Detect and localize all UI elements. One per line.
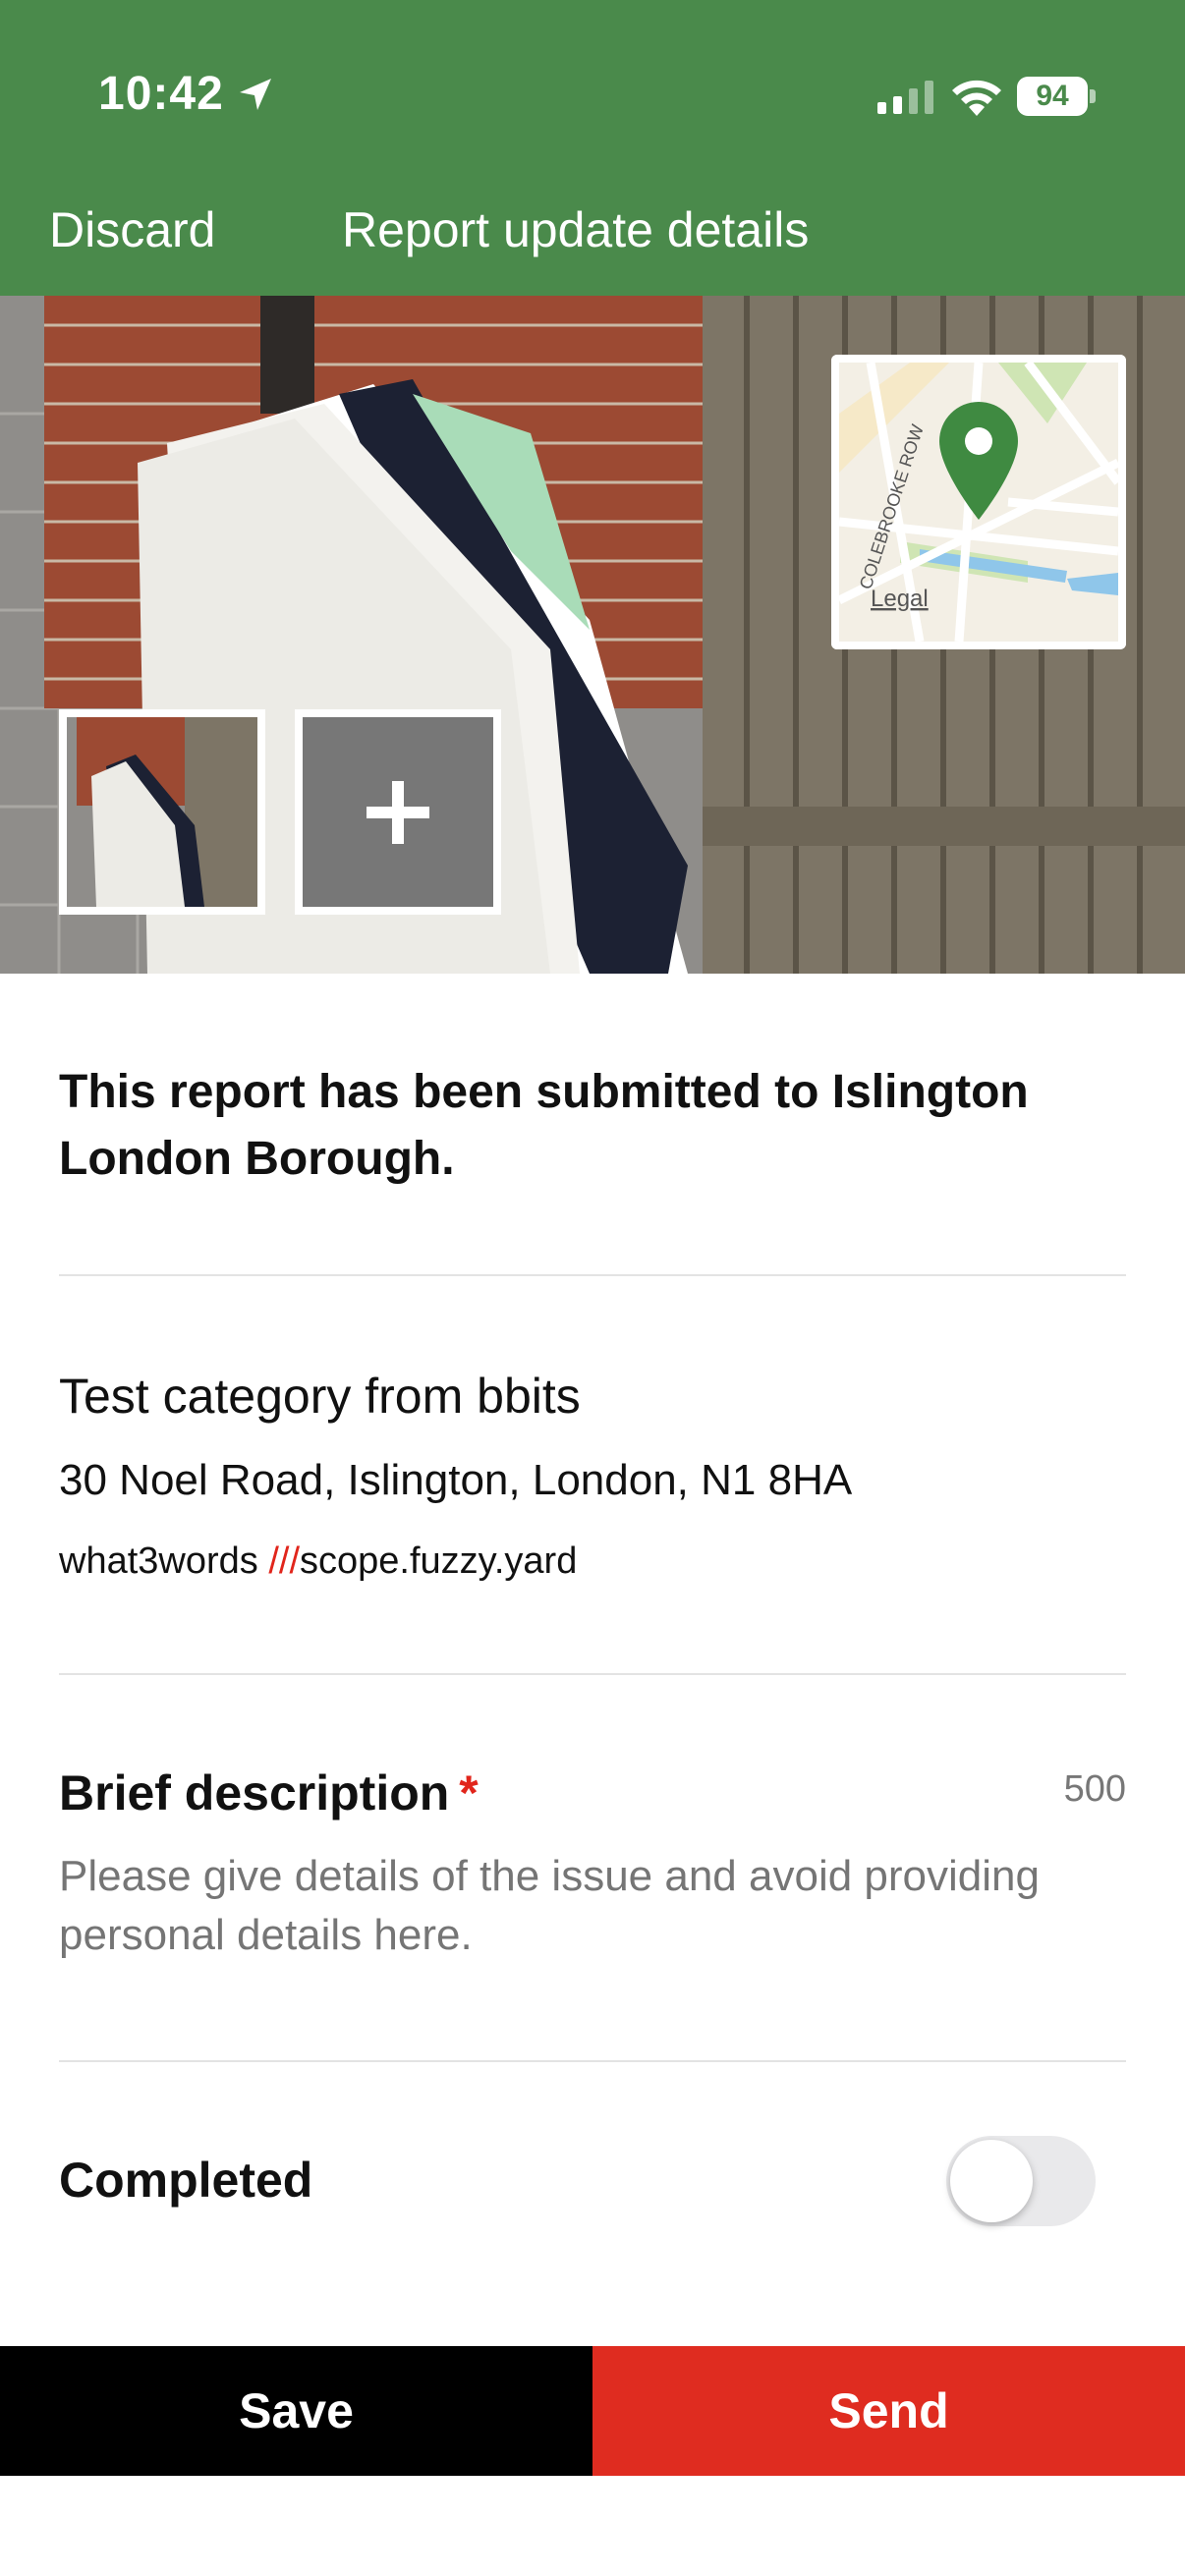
- report-address: 30 Noel Road, Islington, London, N1 8HA: [59, 1456, 853, 1504]
- report-category: Test category from bbits: [59, 1369, 581, 1424]
- description-label: Brief description *: [59, 1764, 479, 1821]
- map-legal-link[interactable]: Legal: [871, 586, 929, 612]
- completed-label: Completed: [59, 2153, 313, 2208]
- divider: [59, 1673, 1126, 1675]
- w3w-slashes: ///: [268, 1540, 301, 1582]
- add-photo-button[interactable]: [295, 709, 501, 915]
- battery-level: 94: [1017, 77, 1088, 116]
- divider: [59, 1274, 1126, 1276]
- required-mark: *: [459, 1765, 479, 1820]
- what3words-address: what3words ///scope.fuzzy.yard: [59, 1540, 577, 1583]
- char-count: 500: [1063, 1768, 1126, 1810]
- plus-icon: [367, 780, 429, 844]
- photo-thumbnail[interactable]: [59, 709, 265, 915]
- cellular-signal-icon: [877, 81, 933, 114]
- save-button[interactable]: Save: [0, 2346, 592, 2476]
- status-time: 10:42: [98, 68, 224, 120]
- battery-icon: 94: [1017, 77, 1096, 116]
- wifi-icon: [952, 80, 1001, 116]
- location-map-thumbnail[interactable]: COLEBROOKE ROW Legal: [831, 355, 1126, 649]
- divider: [59, 2060, 1126, 2062]
- completed-toggle[interactable]: [946, 2136, 1096, 2226]
- w3w-prefix: what3words: [59, 1540, 269, 1582]
- w3w-words: scope.fuzzy.yard: [300, 1540, 578, 1582]
- discard-button[interactable]: Discard: [49, 201, 215, 258]
- description-label-text: Brief description: [59, 1765, 450, 1820]
- location-arrow-icon: [240, 79, 271, 110]
- submitted-message: This report has been submitted to Isling…: [59, 1066, 1029, 1185]
- send-button[interactable]: Send: [592, 2346, 1185, 2476]
- header-bar: 10:42 94 Discard Report update details: [0, 0, 1185, 296]
- description-input[interactable]: [59, 1847, 1126, 1965]
- toggle-knob: [950, 2140, 1033, 2222]
- page-title: Report update details: [342, 202, 810, 257]
